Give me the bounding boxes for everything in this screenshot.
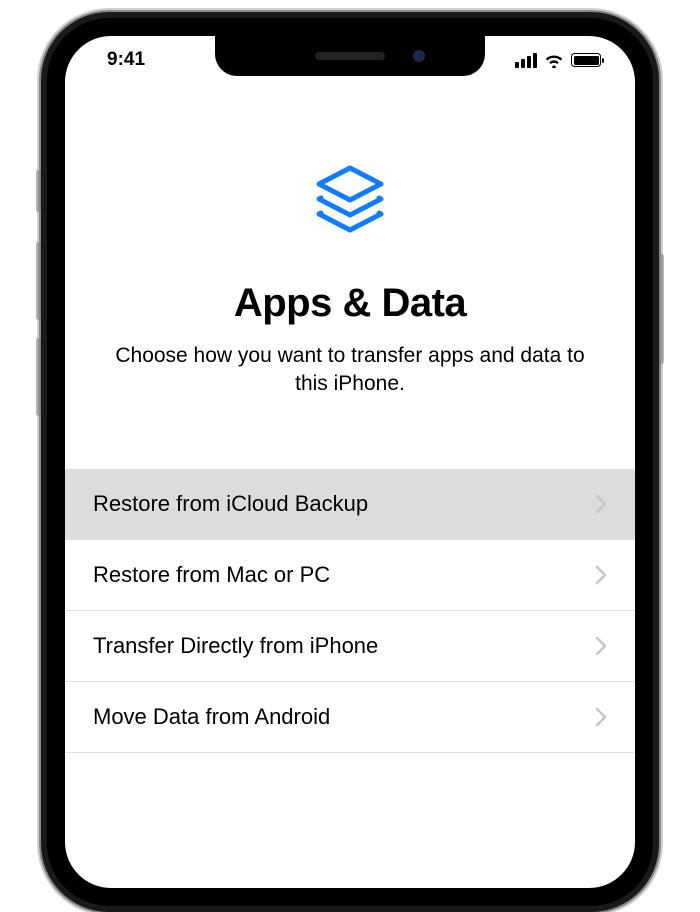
option-label: Restore from iCloud Backup bbox=[93, 491, 368, 517]
status-time: 9:41 bbox=[93, 49, 145, 71]
option-label: Move Data from Android bbox=[93, 704, 330, 730]
setup-screen-content: Apps & Data Choose how you want to trans… bbox=[65, 84, 635, 888]
option-label: Transfer Directly from iPhone bbox=[93, 633, 378, 659]
layers-stack-icon bbox=[307, 160, 393, 251]
phone-screen: 9:41 bbox=[65, 36, 635, 888]
chevron-right-icon bbox=[595, 494, 607, 514]
cellular-signal-icon bbox=[515, 53, 537, 68]
restore-options-list: Restore from iCloud Backup Restore from … bbox=[65, 469, 635, 753]
option-restore-mac-pc[interactable]: Restore from Mac or PC bbox=[65, 540, 635, 611]
page-subtitle: Choose how you want to transfer apps and… bbox=[65, 342, 635, 399]
option-transfer-from-iphone[interactable]: Transfer Directly from iPhone bbox=[65, 611, 635, 682]
notch bbox=[215, 36, 485, 76]
chevron-right-icon bbox=[595, 565, 607, 585]
status-indicators bbox=[515, 52, 607, 68]
option-restore-icloud-backup[interactable]: Restore from iCloud Backup bbox=[65, 469, 635, 540]
phone-device-frame: 9:41 bbox=[41, 12, 659, 912]
option-label: Restore from Mac or PC bbox=[93, 562, 330, 588]
chevron-right-icon bbox=[595, 636, 607, 656]
option-move-from-android[interactable]: Move Data from Android bbox=[65, 682, 635, 753]
mute-switch bbox=[36, 170, 41, 212]
phone-bezel: 9:41 bbox=[47, 18, 653, 906]
page-title: Apps & Data bbox=[234, 281, 466, 326]
volume-up-button bbox=[36, 242, 41, 320]
volume-down-button bbox=[36, 338, 41, 416]
battery-icon bbox=[571, 53, 601, 67]
earpiece-speaker bbox=[315, 52, 385, 60]
front-camera bbox=[413, 50, 425, 62]
wifi-icon bbox=[544, 52, 564, 68]
side-power-button bbox=[659, 254, 664, 364]
chevron-right-icon bbox=[595, 707, 607, 727]
